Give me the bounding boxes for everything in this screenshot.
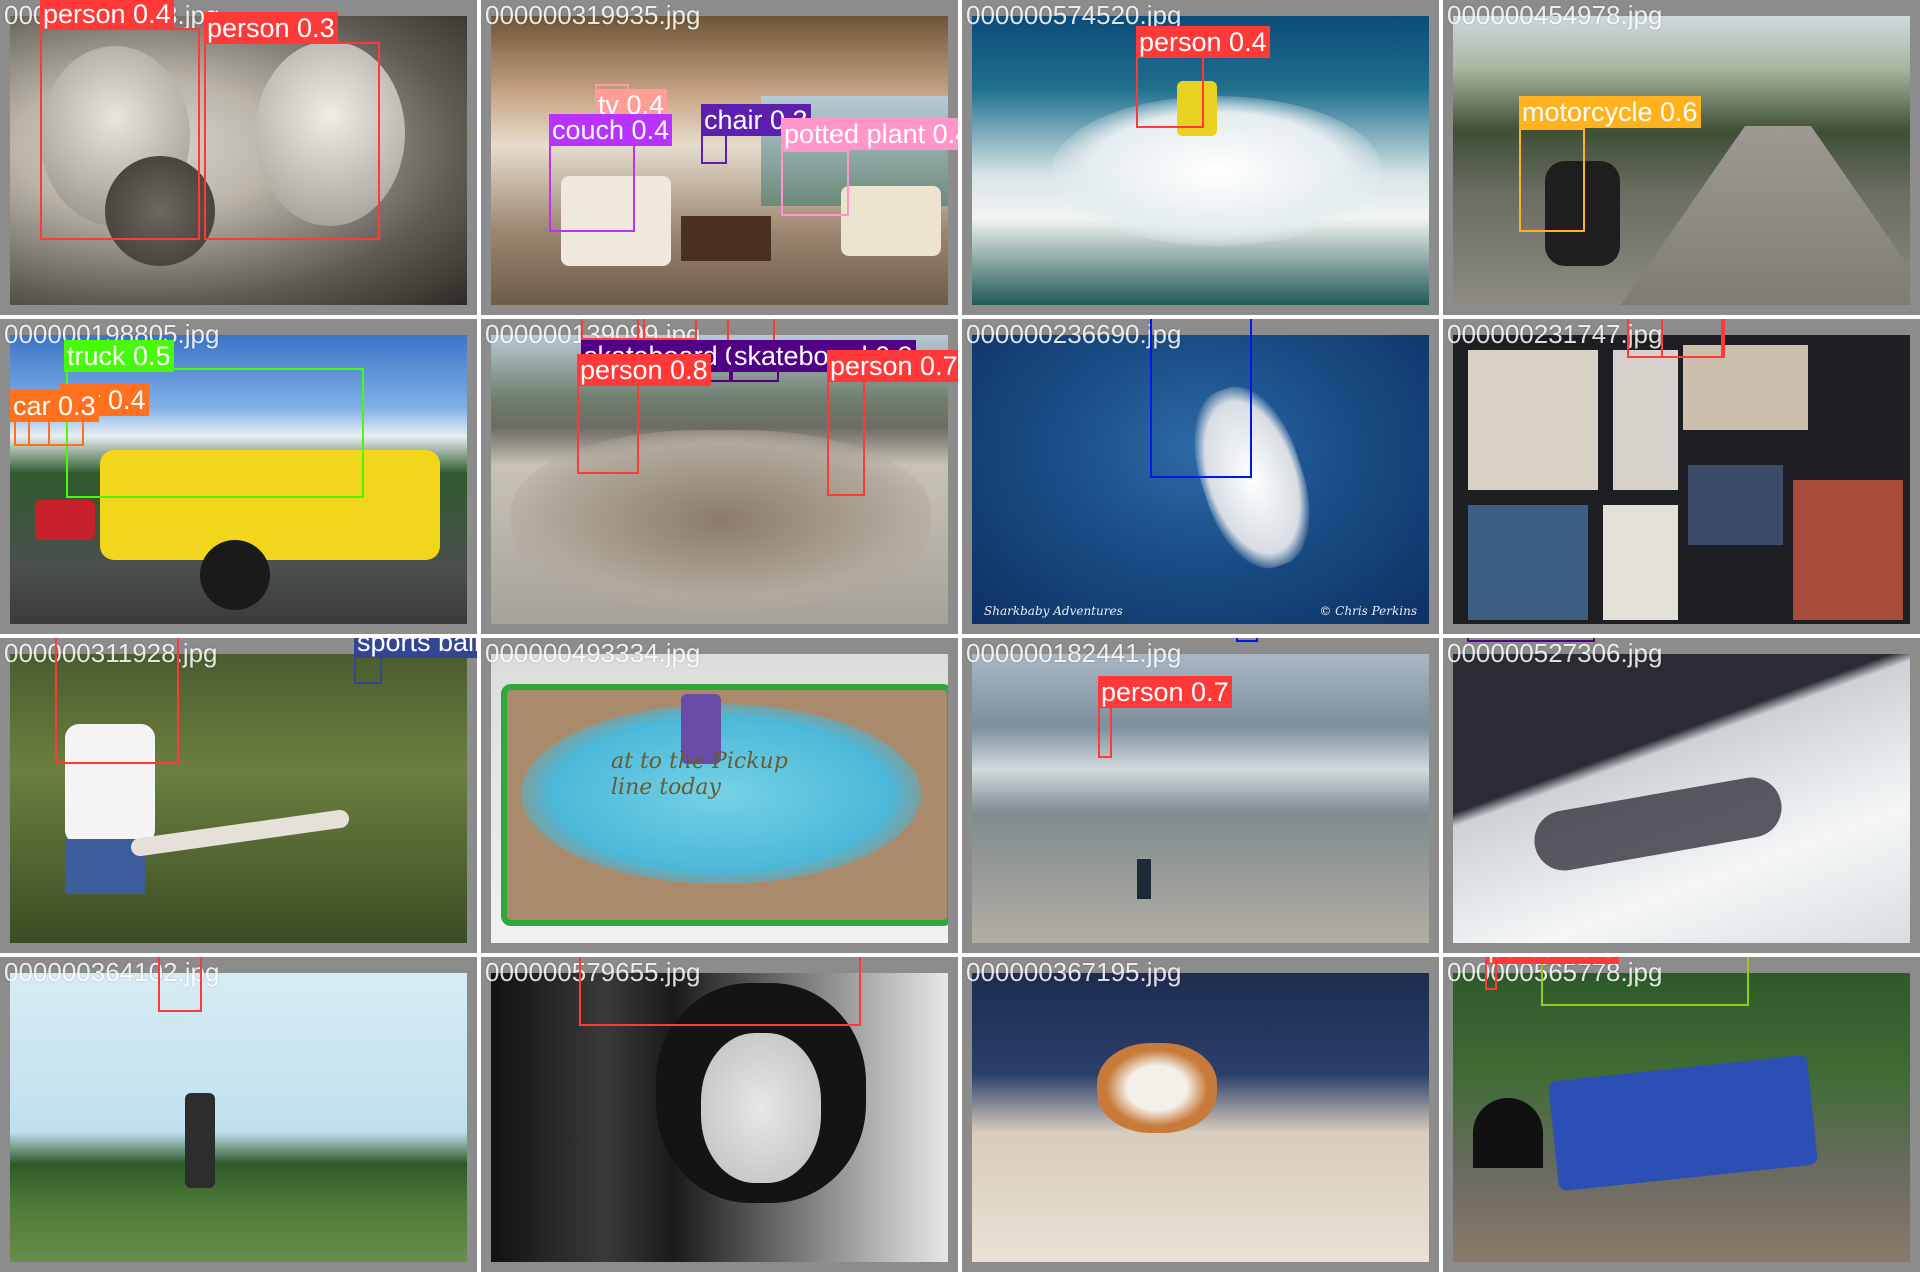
scene-shape	[1613, 350, 1678, 490]
scene-shape	[200, 540, 270, 610]
scene-shape	[1137, 859, 1151, 899]
detection-mosaic: 000000196843.jpgperson 0.4person 0.30000…	[0, 0, 1920, 1280]
cake-writing: at to the Pickup line today	[611, 749, 788, 800]
bounding-box	[1661, 319, 1723, 358]
tile-photo	[972, 973, 1429, 1262]
scene-shape	[185, 1093, 215, 1188]
bounding-box	[581, 319, 645, 340]
scene-shape	[511, 430, 931, 610]
bounding-box	[1467, 638, 1595, 642]
detection-label: truck 0.5	[64, 340, 174, 372]
detection-label: person 0.3	[1485, 957, 1619, 964]
tile-photo	[10, 973, 467, 1262]
detection-label: person 0.3	[204, 12, 338, 44]
scene-shape	[1468, 505, 1588, 620]
bounding-box	[577, 384, 639, 474]
watermark-left: Sharkbaby Adventures	[984, 604, 1123, 618]
bounding-box	[40, 28, 200, 240]
detection-label: sports ball 0.8	[354, 638, 477, 658]
scene-shape	[1688, 465, 1783, 545]
scene-shape	[129, 808, 351, 858]
bounding-box	[204, 42, 380, 240]
image-tile[interactable]: at to the Pickup line today 000000493334.…	[481, 638, 958, 953]
image-tile[interactable]: 000000364102.jpgperson 0.8frisbee 0.4	[0, 957, 477, 1272]
scene-shape	[841, 186, 941, 256]
bounding-box	[579, 957, 861, 1026]
watermark-right: © Chris Perkins	[1319, 604, 1417, 618]
image-tile[interactable]: 000000454978.jpg motorcycle 0.6	[1443, 0, 1920, 315]
bounding-box	[1519, 128, 1585, 232]
bounding-box	[549, 140, 635, 232]
scene-shape	[35, 500, 95, 540]
scene-shape	[1529, 772, 1787, 876]
image-tile[interactable]: Sharkbaby Adventures © Chris Perkins 00000…	[962, 319, 1439, 634]
detection-label: person 0.7	[1098, 676, 1232, 708]
filename-label: 000000367195.jpg	[966, 957, 1182, 987]
image-tile[interactable]: 000000196843.jpgperson 0.4person 0.3	[0, 0, 477, 315]
bounding-box	[158, 957, 202, 1012]
bounding-box	[1236, 638, 1258, 642]
tile-photo	[1453, 973, 1910, 1262]
image-tile[interactable]: 000000311928.jpgperson 0.7sports ball 0.…	[0, 638, 477, 953]
image-tile[interactable]: 000000182441.jpgbird 0.3bird 0.3bird 0.3…	[962, 638, 1439, 953]
detection-label: person 0.8	[577, 354, 711, 386]
image-tile[interactable]: 000000319935.jpg tv 0.4 couch 0.4 chair 0.3…	[481, 0, 958, 315]
detection-label: potted plant 0.4	[781, 118, 958, 150]
tile-photo	[1453, 335, 1910, 624]
detection-label: couch 0.4	[549, 114, 673, 146]
image-tile[interactable]: 000000231747.jpgperson 0.4person 0.4	[1443, 319, 1920, 634]
bounding-box	[1098, 706, 1112, 758]
filename-label: 000000182441.jpg	[966, 638, 1182, 668]
filename-label: 000000454978.jpg	[1447, 0, 1663, 30]
bounding-box	[781, 150, 849, 216]
bounding-box	[354, 656, 382, 684]
filename-label: 000000319935.jpg	[485, 0, 701, 30]
filename-label: 000000493334.jpg	[485, 638, 701, 668]
scene-shape	[1468, 350, 1598, 490]
image-tile[interactable]: 000000139099.jpgperson 0.8person 0.8pers…	[481, 319, 958, 634]
tile-photo: at to the Pickup line today	[491, 654, 948, 943]
scene-shape	[1793, 480, 1903, 620]
bounding-box	[827, 380, 865, 496]
bounding-box	[701, 132, 727, 164]
image-tile[interactable]: 000000367195.jpg	[962, 957, 1439, 1272]
bounding-box	[1541, 957, 1749, 1006]
bounding-box	[55, 638, 179, 764]
image-tile[interactable]: 000000565778.jpgtrain 0.6person 0.4perso…	[1443, 957, 1920, 1272]
bounding-box	[1136, 56, 1204, 128]
tile-photo	[1453, 654, 1910, 943]
detection-label: person 0.4	[40, 0, 174, 30]
bounding-box	[637, 319, 697, 340]
detection-label: car 0.3	[10, 390, 99, 422]
bounding-box	[1150, 319, 1252, 478]
scene-shape	[1052, 96, 1382, 246]
image-tile[interactable]: 000000198805.jpg truck 0.5 car 0.4 car 0.3	[0, 319, 477, 634]
image-tile[interactable]: 000000579655.jpgperson 0.5	[481, 957, 958, 1272]
scene-shape	[681, 216, 771, 261]
image-tile[interactable]: 000000527306.jpgperson 0.6skateboard 0.4	[1443, 638, 1920, 953]
scene-shape	[1547, 1054, 1819, 1192]
detection-label: motorcycle 0.6	[1519, 96, 1701, 128]
image-tile[interactable]: 000000574520.jpg person 0.4	[962, 0, 1439, 315]
detection-label: person 0.7	[827, 350, 958, 382]
filename-label: 000000527306.jpg	[1447, 638, 1663, 668]
scene-shape	[1613, 126, 1910, 305]
scene-shape	[1603, 505, 1678, 620]
scene-shape	[701, 1033, 821, 1183]
scene-shape	[1473, 1098, 1543, 1168]
detection-label: person 0.4	[1136, 26, 1270, 58]
scene-shape	[1097, 1043, 1217, 1133]
